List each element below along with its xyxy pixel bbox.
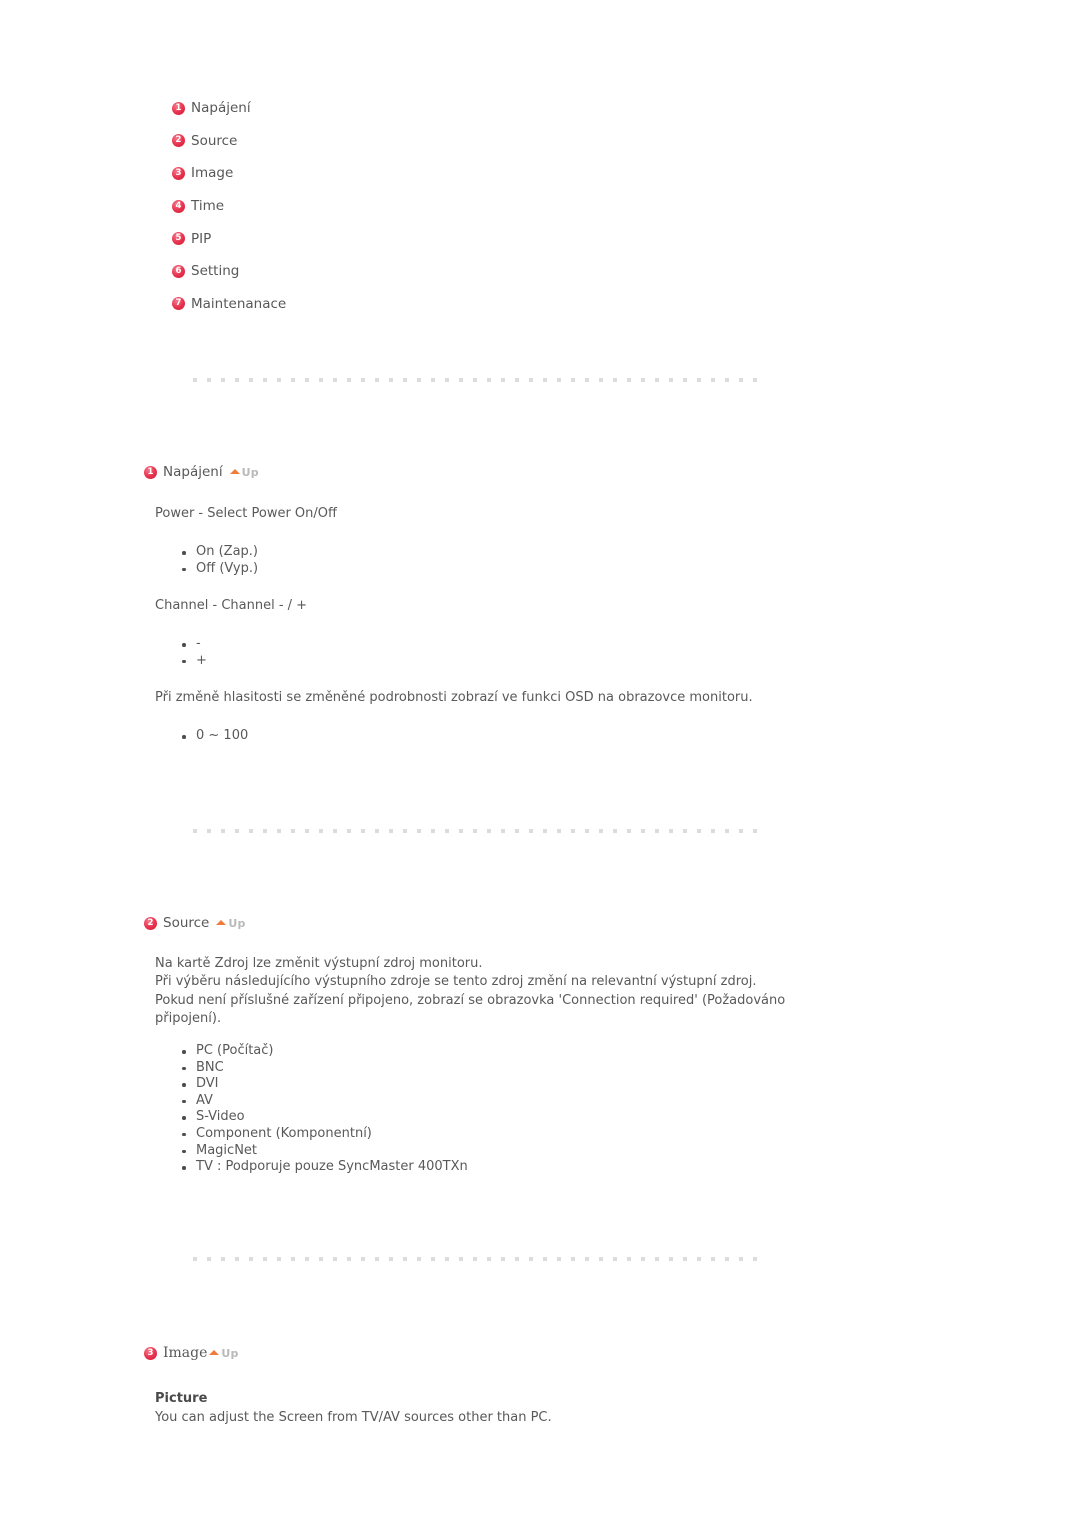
picture-body-text: You can adjust the Screen from TV/AV sou… (155, 1410, 552, 1425)
index-item-label: PIP (191, 230, 212, 247)
source-paragraph: Na kartě Zdroj lze změnit výstupní zdroj… (155, 956, 786, 1027)
list-item: S-Video (181, 1109, 468, 1126)
section-title: Napájení (163, 464, 223, 480)
picture-block: Picture You can adjust the Screen from T… (155, 1389, 552, 1427)
index-item-source[interactable]: 2 Source (172, 125, 572, 158)
list-item: 0 ~ 100 (181, 728, 248, 745)
list-item: - (181, 636, 207, 653)
index-item-label: Image (191, 165, 234, 182)
section-heading-image: 3 Image Up (144, 1345, 239, 1361)
up-link[interactable]: Up (216, 917, 245, 930)
up-link[interactable]: Up (209, 1347, 238, 1360)
index-item-label: Source (191, 132, 238, 149)
up-link-label: Up (241, 465, 259, 479)
list-item: PC (Počítač) (181, 1043, 468, 1060)
list-item: + (181, 653, 207, 670)
number-badge-1-icon: 1 (144, 465, 157, 479)
number-badge-1-icon: 1 (172, 101, 185, 115)
list-item: MagicNet (181, 1143, 468, 1160)
section-heading-source: 2 Source Up (144, 915, 246, 931)
dotted-divider (193, 1257, 761, 1261)
section-title: Image (163, 1345, 208, 1361)
index-item-napajeni[interactable]: 1 Napájení (172, 92, 572, 125)
volume-range-list: 0 ~ 100 (181, 728, 248, 745)
section-heading-napajeni: 1 Napájení Up (144, 464, 259, 480)
index-list: 1 Napájení 2 Source 3 Image 4 Time 5 PIP… (172, 92, 572, 320)
index-item-maintenanace[interactable]: 7 Maintenanace (172, 288, 572, 321)
dotted-divider (193, 378, 761, 382)
number-badge-5-icon: 5 (172, 232, 185, 246)
number-badge-2-icon: 2 (172, 134, 185, 148)
number-badge-3-icon: 3 (144, 1346, 157, 1360)
number-badge-7-icon: 7 (172, 297, 185, 311)
index-item-label: Time (191, 198, 225, 215)
list-item: Off (Vyp.) (181, 561, 258, 578)
list-item: DVI (181, 1076, 468, 1093)
index-item-pip[interactable]: 5 PIP (172, 222, 572, 255)
arrow-up-icon (209, 1350, 220, 1355)
up-link-label: Up (228, 916, 246, 930)
picture-heading: Picture (155, 1391, 208, 1406)
index-item-setting[interactable]: 6 Setting (172, 255, 572, 288)
index-item-image[interactable]: 3 Image (172, 157, 572, 190)
list-item: TV : Podporuje pouze SyncMaster 400TXn (181, 1159, 468, 1176)
up-link-label: Up (221, 1346, 239, 1360)
list-item: Component (Komponentní) (181, 1126, 468, 1143)
index-item-label: Napájení (191, 100, 251, 117)
dotted-divider (193, 829, 761, 833)
index-item-label: Setting (191, 263, 240, 280)
power-options-list: On (Zap.) Off (Vyp.) (181, 544, 258, 577)
list-item: On (Zap.) (181, 544, 258, 561)
channel-options-list: - + (181, 636, 207, 669)
arrow-up-icon (216, 920, 227, 925)
power-paragraph: Power - Select Power On/Off (155, 506, 337, 521)
list-item: BNC (181, 1060, 468, 1077)
list-item: AV (181, 1093, 468, 1110)
number-badge-6-icon: 6 (172, 264, 185, 278)
up-link[interactable]: Up (229, 465, 259, 479)
number-badge-2-icon: 2 (144, 916, 157, 930)
index-item-label: Maintenanace (191, 295, 287, 312)
volume-paragraph: Při změně hlasitosti se změněné podrobno… (155, 690, 753, 705)
number-badge-3-icon: 3 (172, 166, 185, 180)
number-badge-4-icon: 4 (172, 199, 185, 213)
section-title: Source (163, 915, 210, 931)
channel-paragraph: Channel - Channel - / + (155, 598, 308, 613)
index-item-time[interactable]: 4 Time (172, 190, 572, 223)
source-options-list: PC (Počítač) BNC DVI AV S-Video Componen… (181, 1043, 468, 1176)
arrow-up-icon (229, 469, 240, 474)
